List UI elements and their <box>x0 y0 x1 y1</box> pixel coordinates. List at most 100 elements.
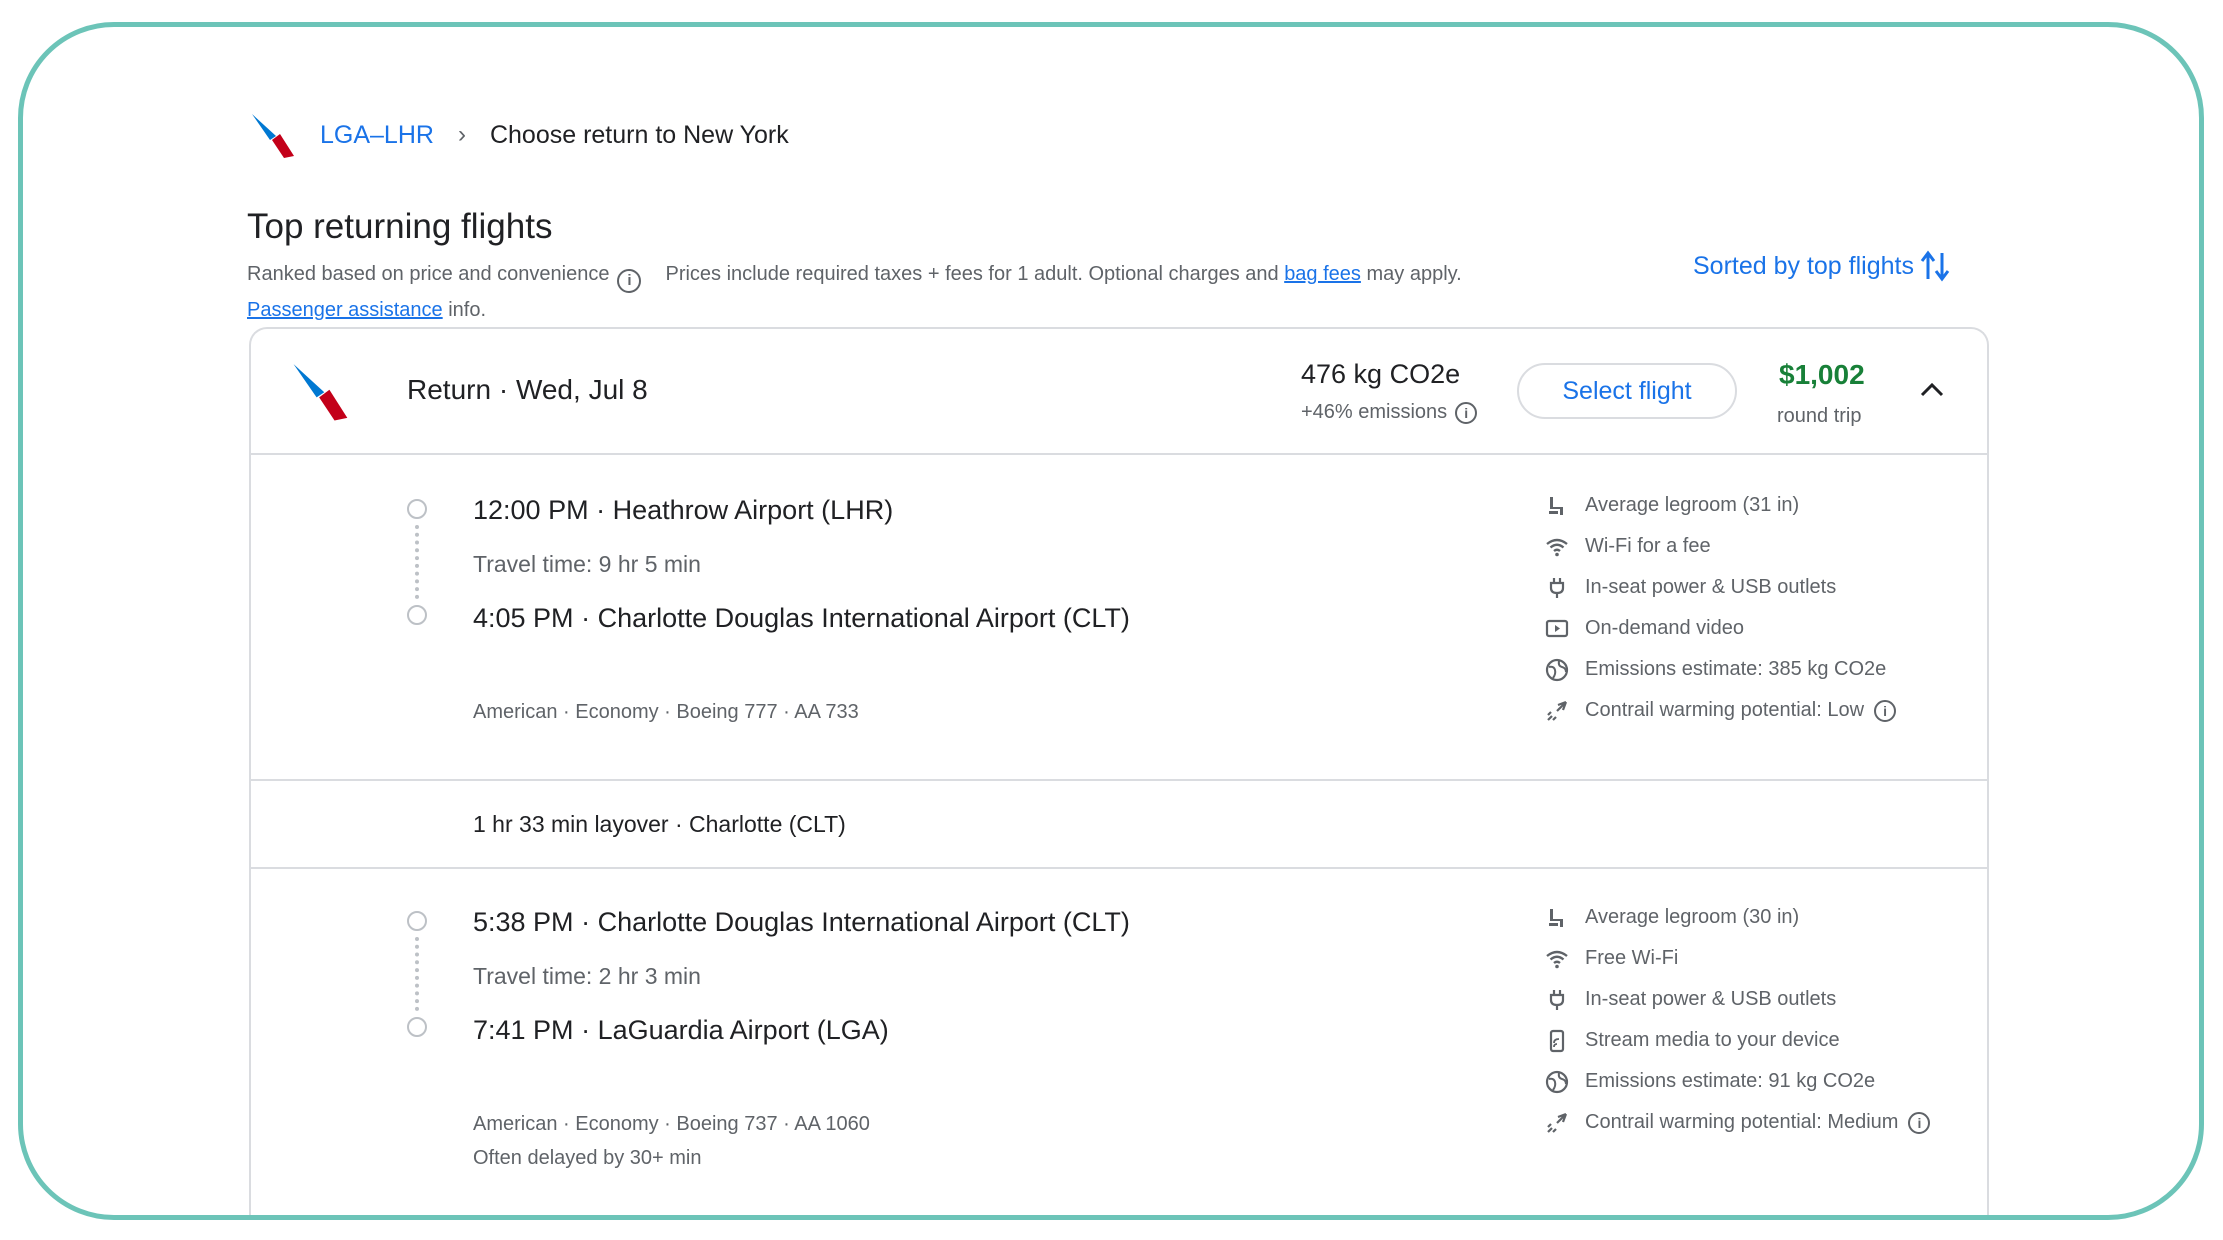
amenity-text: Contrail warming potential: Low <box>1585 699 1865 721</box>
co2-total: 476 kg CO2e <box>1301 359 1461 389</box>
departure-airport: Heathrow Airport (LHR) <box>612 495 894 525</box>
sort-button[interactable]: Sorted by top flights <box>1693 249 1950 283</box>
amenity-item: On-demand video <box>1545 608 1896 649</box>
ranked-text: Ranked based on price and convenience <box>247 263 610 285</box>
amenity-text: Contrail warming potential: Medium <box>1585 1111 1899 1133</box>
segment-timeline <box>407 499 427 625</box>
amenity-text: Emissions estimate: 385 kg CO2e <box>1585 658 1887 680</box>
american-airlines-logo-icon <box>252 114 294 158</box>
amenity-item: Wi-Fi for a fee <box>1545 526 1896 567</box>
contrail-icon <box>1547 700 1568 721</box>
segment-timeline <box>407 911 427 1037</box>
date-label: Wed, Jul 8 <box>515 374 648 405</box>
emissions-text: +46% emissions <box>1301 401 1448 423</box>
amenity-item: In-seat power & USB outlets <box>1545 979 1930 1020</box>
amenity-text: Average legroom (31 in) <box>1585 494 1800 516</box>
amenity-item: Free Wi-Fi <box>1545 938 1930 979</box>
amenity-item: Emissions estimate: 385 kg CO2e <box>1545 649 1896 690</box>
arrival-airport: Charlotte Douglas International Airport … <box>597 603 1130 633</box>
info-suffix: info. <box>448 299 487 321</box>
breadcrumb-route-link[interactable]: LGA–LHR <box>320 121 434 150</box>
layover-banner: 1 hr 33 min layover · Charlotte (CLT) <box>251 779 1987 869</box>
arrival-dot <box>407 605 427 625</box>
sort-label: Sorted by top flights <box>1693 251 1914 280</box>
amenity-text: Free Wi-Fi <box>1585 947 1679 969</box>
info-icon[interactable]: i <box>1874 699 1897 722</box>
flight-card-header[interactable]: Return · Wed, Jul 8 476 kg CO2e +46% emi… <box>251 329 1987 455</box>
video-icon <box>1545 619 1569 637</box>
ranking-info: Ranked based on price and convenience i Pr… <box>247 257 1647 327</box>
departure-dot <box>407 499 427 519</box>
bag-fees-link[interactable]: bag fees <box>1284 263 1361 285</box>
breadcrumb: LGA–LHR › Choose return to New York <box>250 105 789 165</box>
info-icon[interactable]: i <box>1455 401 1478 424</box>
delay-warning: Often delayed by 30+ min <box>473 1147 702 1169</box>
price-note: round trip <box>1777 405 1862 427</box>
power-plug-icon <box>1549 577 1565 598</box>
flight-meta: American · Economy · Boeing 737 · AA 106… <box>473 1113 870 1135</box>
arrival-airport: LaGuardia Airport (LGA) <box>597 1015 889 1045</box>
travel-time: Travel time: 2 hr 3 min <box>473 963 701 989</box>
power-plug-icon <box>1549 989 1565 1010</box>
amenity-text: In-seat power & USB outlets <box>1585 988 1837 1010</box>
departure-airport: Charlotte Douglas International Airport … <box>597 907 1130 937</box>
wifi-icon <box>1546 538 1568 556</box>
info-icon[interactable]: i <box>1908 1111 1931 1134</box>
chevron-right-icon: › <box>457 121 466 148</box>
flight-segment-2: 5:38 PM · Charlotte Douglas Internationa… <box>251 869 1987 1215</box>
flight-segment-1: 12:00 PM · Heathrow Airport (LHR) Travel… <box>251 455 1987 779</box>
arrival-line: 4:05 PM · Charlotte Douglas Internationa… <box>473 603 1130 634</box>
amenities-list: Average legroom (30 in) Free Wi-Fi In-se… <box>1545 897 1931 1143</box>
dot-separator: · <box>581 907 598 937</box>
return-date: Return · Wed, Jul 8 <box>407 374 648 406</box>
globe-icon <box>1545 1070 1569 1093</box>
arrival-dot <box>407 1017 427 1037</box>
arrival-line: 7:41 PM · LaGuardia Airport (LGA) <box>473 1015 889 1046</box>
amenity-item: Stream media to your device <box>1545 1020 1930 1061</box>
contrail-icon <box>1547 1112 1568 1133</box>
amenity-item: Contrail warming potential: Medium i <box>1545 1102 1931 1143</box>
prices-suffix: may apply. <box>1366 263 1462 285</box>
timeline-dots <box>415 937 419 1011</box>
travel-time: Travel time: 9 hr 5 min <box>473 551 701 577</box>
amenity-item: Average legroom (31 in) <box>1545 485 1896 526</box>
dot-separator: · <box>498 374 516 405</box>
price: $1,002 <box>1779 359 1865 390</box>
amenity-item: Emissions estimate: 91 kg CO2e <box>1545 1061 1930 1102</box>
prices-text: Prices include required taxes + fees for… <box>665 263 1279 285</box>
globe-icon <box>1545 658 1569 681</box>
info-icon[interactable]: i <box>617 269 642 293</box>
dot-separator: · <box>596 495 613 525</box>
amenity-text: Stream media to your device <box>1585 1029 1840 1051</box>
amenity-item: Average legroom (30 in) <box>1545 897 1930 938</box>
dot-separator: · <box>581 1015 598 1045</box>
flight-card: Return · Wed, Jul 8 476 kg CO2e +46% emi… <box>249 327 1989 1215</box>
departure-line: 5:38 PM · Charlotte Douglas Internationa… <box>473 907 1130 938</box>
passenger-assistance-link[interactable]: Passenger assistance <box>247 299 443 321</box>
flight-results-page: LGA–LHR › Choose return to New York Top … <box>23 27 2199 1215</box>
direction-label: Return <box>407 374 492 405</box>
american-airlines-logo-icon <box>293 364 348 421</box>
amenity-text: Wi-Fi for a fee <box>1585 535 1711 557</box>
departure-dot <box>407 911 427 931</box>
departure-time: 5:38 PM <box>473 907 574 937</box>
seat-icon <box>1549 496 1563 515</box>
amenity-text: Average legroom (30 in) <box>1585 906 1800 928</box>
breadcrumb-current: Choose return to New York <box>489 120 789 149</box>
amenity-item: Contrail warming potential: Low i <box>1545 690 1897 731</box>
amenity-text: Emissions estimate: 91 kg CO2e <box>1585 1070 1876 1092</box>
arrival-time: 4:05 PM <box>473 603 574 633</box>
screenshot-frame: LGA–LHR › Choose return to New York Top … <box>18 22 2204 1220</box>
timeline-dots <box>415 525 419 599</box>
amenities-list: Average legroom (31 in) Wi-Fi for a fee … <box>1545 485 1897 731</box>
emissions-delta: +46% emissions i <box>1301 401 1478 424</box>
amenity-text: On-demand video <box>1585 617 1744 639</box>
chevron-up-icon[interactable] <box>1915 373 1949 407</box>
arrival-time: 7:41 PM <box>473 1015 574 1045</box>
departure-line: 12:00 PM · Heathrow Airport (LHR) <box>473 495 893 526</box>
wifi-icon <box>1546 950 1568 968</box>
layover-text: 1 hr 33 min layover · Charlotte (CLT) <box>473 811 846 837</box>
select-flight-button[interactable]: Select flight <box>1517 363 1737 419</box>
flight-meta: American · Economy · Boeing 777 · AA 733 <box>473 701 859 723</box>
stream-device-icon <box>1549 1029 1565 1052</box>
